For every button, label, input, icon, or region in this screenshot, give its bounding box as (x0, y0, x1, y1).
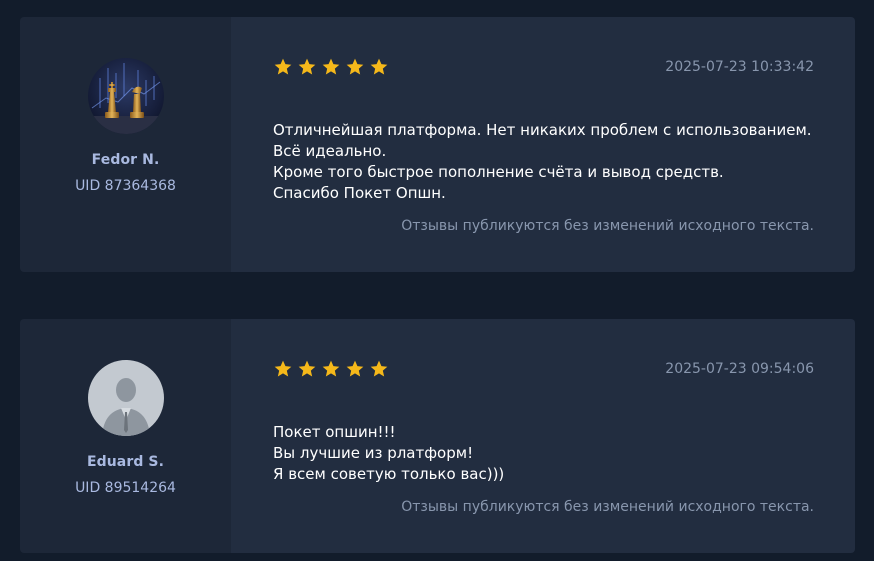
review-text-line: Отличнейшая платформа. Нет никаких пробл… (273, 121, 812, 139)
star-icon (298, 360, 316, 377)
review-disclaimer: Отзывы публикуются без изменений исходно… (401, 499, 814, 515)
review-text: Отличнейшая платформа. Нет никаких пробл… (273, 120, 812, 204)
star-icon (346, 58, 364, 75)
user-silhouette-icon (87, 360, 164, 436)
star-icon (346, 360, 364, 377)
star-icon (370, 58, 388, 75)
avatar (87, 58, 164, 134)
author-name: Eduard S. (86, 454, 165, 470)
review-date: 2025-07-23 09:54:06 (665, 361, 814, 377)
review-body: 2025-07-23 10:33:42 Отличнейшая платформ… (231, 17, 855, 272)
review-author-panel: Eduard S. UID 89514264 (20, 319, 231, 553)
review-text-line: Всё идеально. (273, 142, 387, 160)
review-text-line: Спасибо Покет Опшн. (273, 184, 446, 202)
star-icon (274, 58, 292, 75)
star-icon (322, 58, 340, 75)
review-body: 2025-07-23 09:54:06 Покет опшин!!! Вы лу… (231, 319, 855, 553)
star-icon (274, 360, 292, 377)
review-card: Fedor N. UID 87364368 2025-07-23 10:33:4… (20, 17, 855, 272)
review-card: Eduard S. UID 89514264 2025-07-23 09:54:… (20, 319, 855, 553)
star-rating (273, 57, 389, 77)
review-text: Покет опшин!!! Вы лучшие из рлатформ! Я … (273, 422, 504, 485)
avatar (87, 360, 164, 436)
review-author-panel: Fedor N. UID 87364368 (20, 17, 231, 272)
chess-icon (87, 58, 164, 134)
review-text-line: Покет опшин!!! (273, 423, 396, 441)
review-text-line: Вы лучшие из рлатформ! (273, 444, 474, 462)
star-icon (370, 360, 388, 377)
review-text-line: Я всем советую только вас))) (273, 465, 505, 483)
star-icon (298, 58, 316, 75)
review-disclaimer: Отзывы публикуются без изменений исходно… (401, 218, 814, 234)
review-date: 2025-07-23 10:33:42 (665, 59, 814, 75)
review-text-line: Кроме того быстрое пополнение счёта и вы… (273, 163, 724, 181)
star-icon (322, 360, 340, 377)
author-uid: UID 89514264 (75, 480, 176, 496)
author-name: Fedor N. (91, 152, 160, 168)
author-uid: UID 87364368 (75, 178, 176, 194)
star-rating (273, 359, 389, 379)
